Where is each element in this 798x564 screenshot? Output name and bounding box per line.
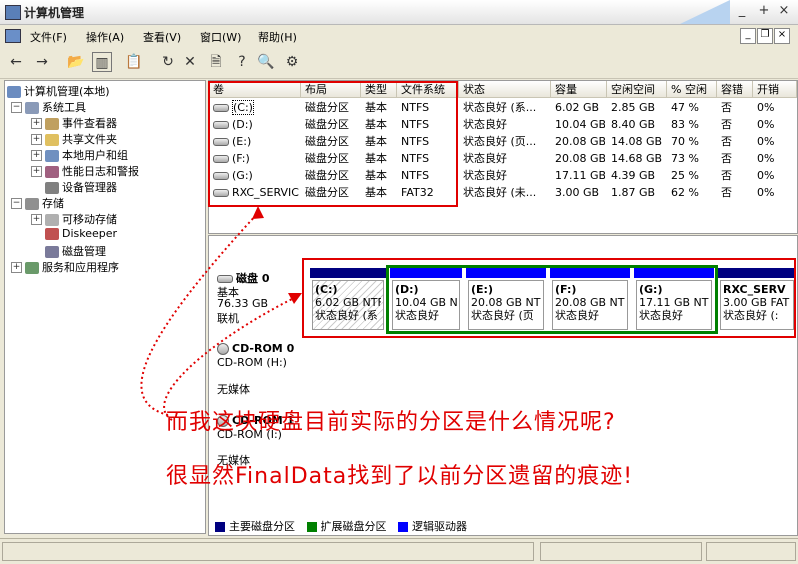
annotation-line-2: 很显然FinalData找到了以前分区遗留的痕迹! xyxy=(166,464,634,489)
annotation-line-1: 而我这块硬盘目前实际的分区是什么情况呢? xyxy=(166,410,616,435)
